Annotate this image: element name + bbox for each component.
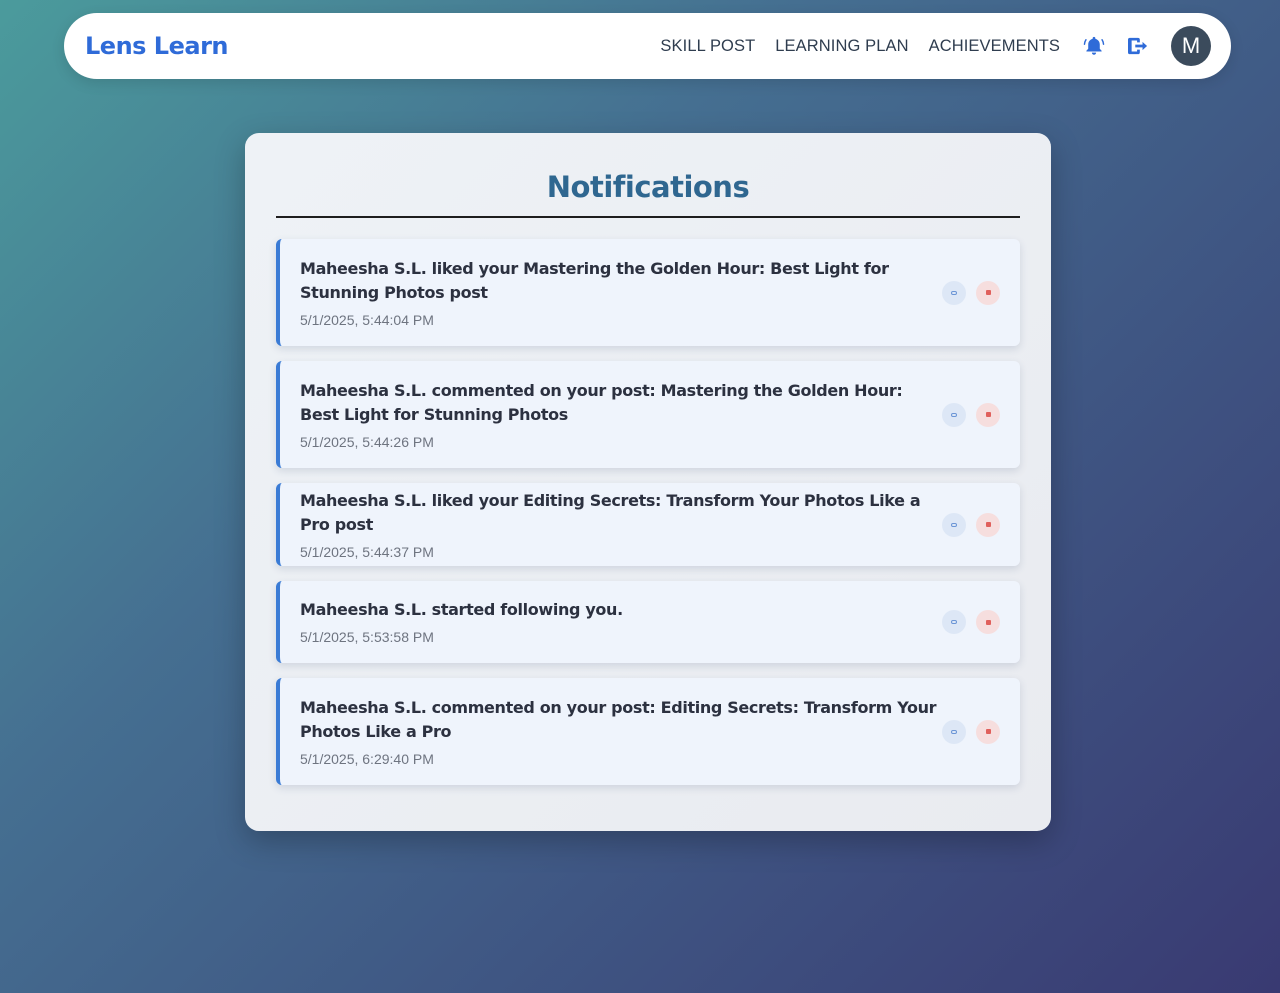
bell-icon[interactable] — [1082, 34, 1106, 58]
delete-button[interactable] — [976, 402, 1000, 427]
message-icon — [951, 620, 957, 624]
delete-button[interactable] — [976, 512, 1000, 537]
trash-icon — [985, 729, 991, 734]
notification-item[interactable]: Maheesha S.L. started following you. 5/1… — [276, 581, 1020, 663]
trash-icon — [985, 290, 991, 295]
trash-icon — [985, 522, 991, 527]
trash-icon — [985, 619, 991, 625]
avatar[interactable]: M — [1171, 26, 1211, 66]
notifications-panel: Notifications Maheesha S.L. liked your M… — [245, 133, 1051, 831]
notification-time: 5/1/2025, 5:44:26 PM — [300, 433, 434, 450]
logout-icon[interactable] — [1126, 34, 1150, 58]
notification-message: Maheesha S.L. liked your Mastering the G… — [300, 258, 889, 302]
mark-read-button[interactable] — [942, 280, 966, 305]
delete-button[interactable] — [976, 719, 1000, 744]
notification-item[interactable]: Maheesha S.L. commented on your post: Ma… — [276, 361, 1020, 468]
notification-message: Maheesha S.L. liked your Editing Secrets… — [300, 490, 921, 534]
nav-skill-post[interactable]: SKILL POST — [660, 37, 755, 56]
notification-time: 5/1/2025, 6:29:40 PM — [300, 750, 434, 767]
nav-learning-plan[interactable]: LEARNING PLAN — [775, 37, 908, 56]
message-icon — [951, 290, 957, 295]
nav-achievements[interactable]: ACHIEVEMENTS — [929, 37, 1060, 56]
mark-read-button[interactable] — [942, 402, 966, 427]
brand-logo[interactable]: Lens Learn — [85, 32, 228, 60]
delete-button[interactable] — [976, 280, 1000, 305]
notification-time: 5/1/2025, 5:44:04 PM — [300, 311, 434, 328]
notification-item[interactable]: Maheesha S.L. commented on your post: Ed… — [276, 678, 1020, 785]
mark-read-button[interactable] — [942, 512, 966, 537]
mark-read-button[interactable] — [942, 610, 966, 634]
top-navbar: Lens Learn SKILL POST LEARNING PLAN ACHI… — [64, 13, 1231, 79]
notification-message: Maheesha S.L. commented on your post: Ed… — [300, 697, 937, 741]
page-title: Notifications — [546, 170, 750, 204]
notification-item[interactable]: Maheesha S.L. liked your Editing Secrets… — [276, 483, 1020, 566]
message-icon — [951, 412, 957, 417]
message-icon — [951, 729, 957, 734]
title-divider — [276, 216, 1020, 218]
notification-actions — [942, 610, 1000, 634]
notification-message: Maheesha S.L. commented on your post: Ma… — [300, 380, 903, 424]
notification-actions — [942, 402, 1000, 427]
message-icon — [951, 522, 957, 527]
notification-actions — [942, 280, 1000, 305]
delete-button[interactable] — [976, 610, 1000, 634]
notification-item[interactable]: Maheesha S.L. liked your Mastering the G… — [276, 239, 1020, 346]
mark-read-button[interactable] — [942, 719, 966, 744]
notification-time: 5/1/2025, 5:53:58 PM — [300, 629, 434, 645]
notification-actions — [942, 719, 1000, 744]
notification-message: Maheesha S.L. started following you. — [300, 600, 623, 619]
notification-list: Maheesha S.L. liked your Mastering the G… — [276, 239, 1020, 785]
nav-links: SKILL POST LEARNING PLAN ACHIEVEMENTS M — [660, 26, 1211, 66]
notification-actions — [942, 512, 1000, 537]
trash-icon — [985, 412, 991, 417]
notification-time: 5/1/2025, 5:44:37 PM — [300, 543, 434, 560]
